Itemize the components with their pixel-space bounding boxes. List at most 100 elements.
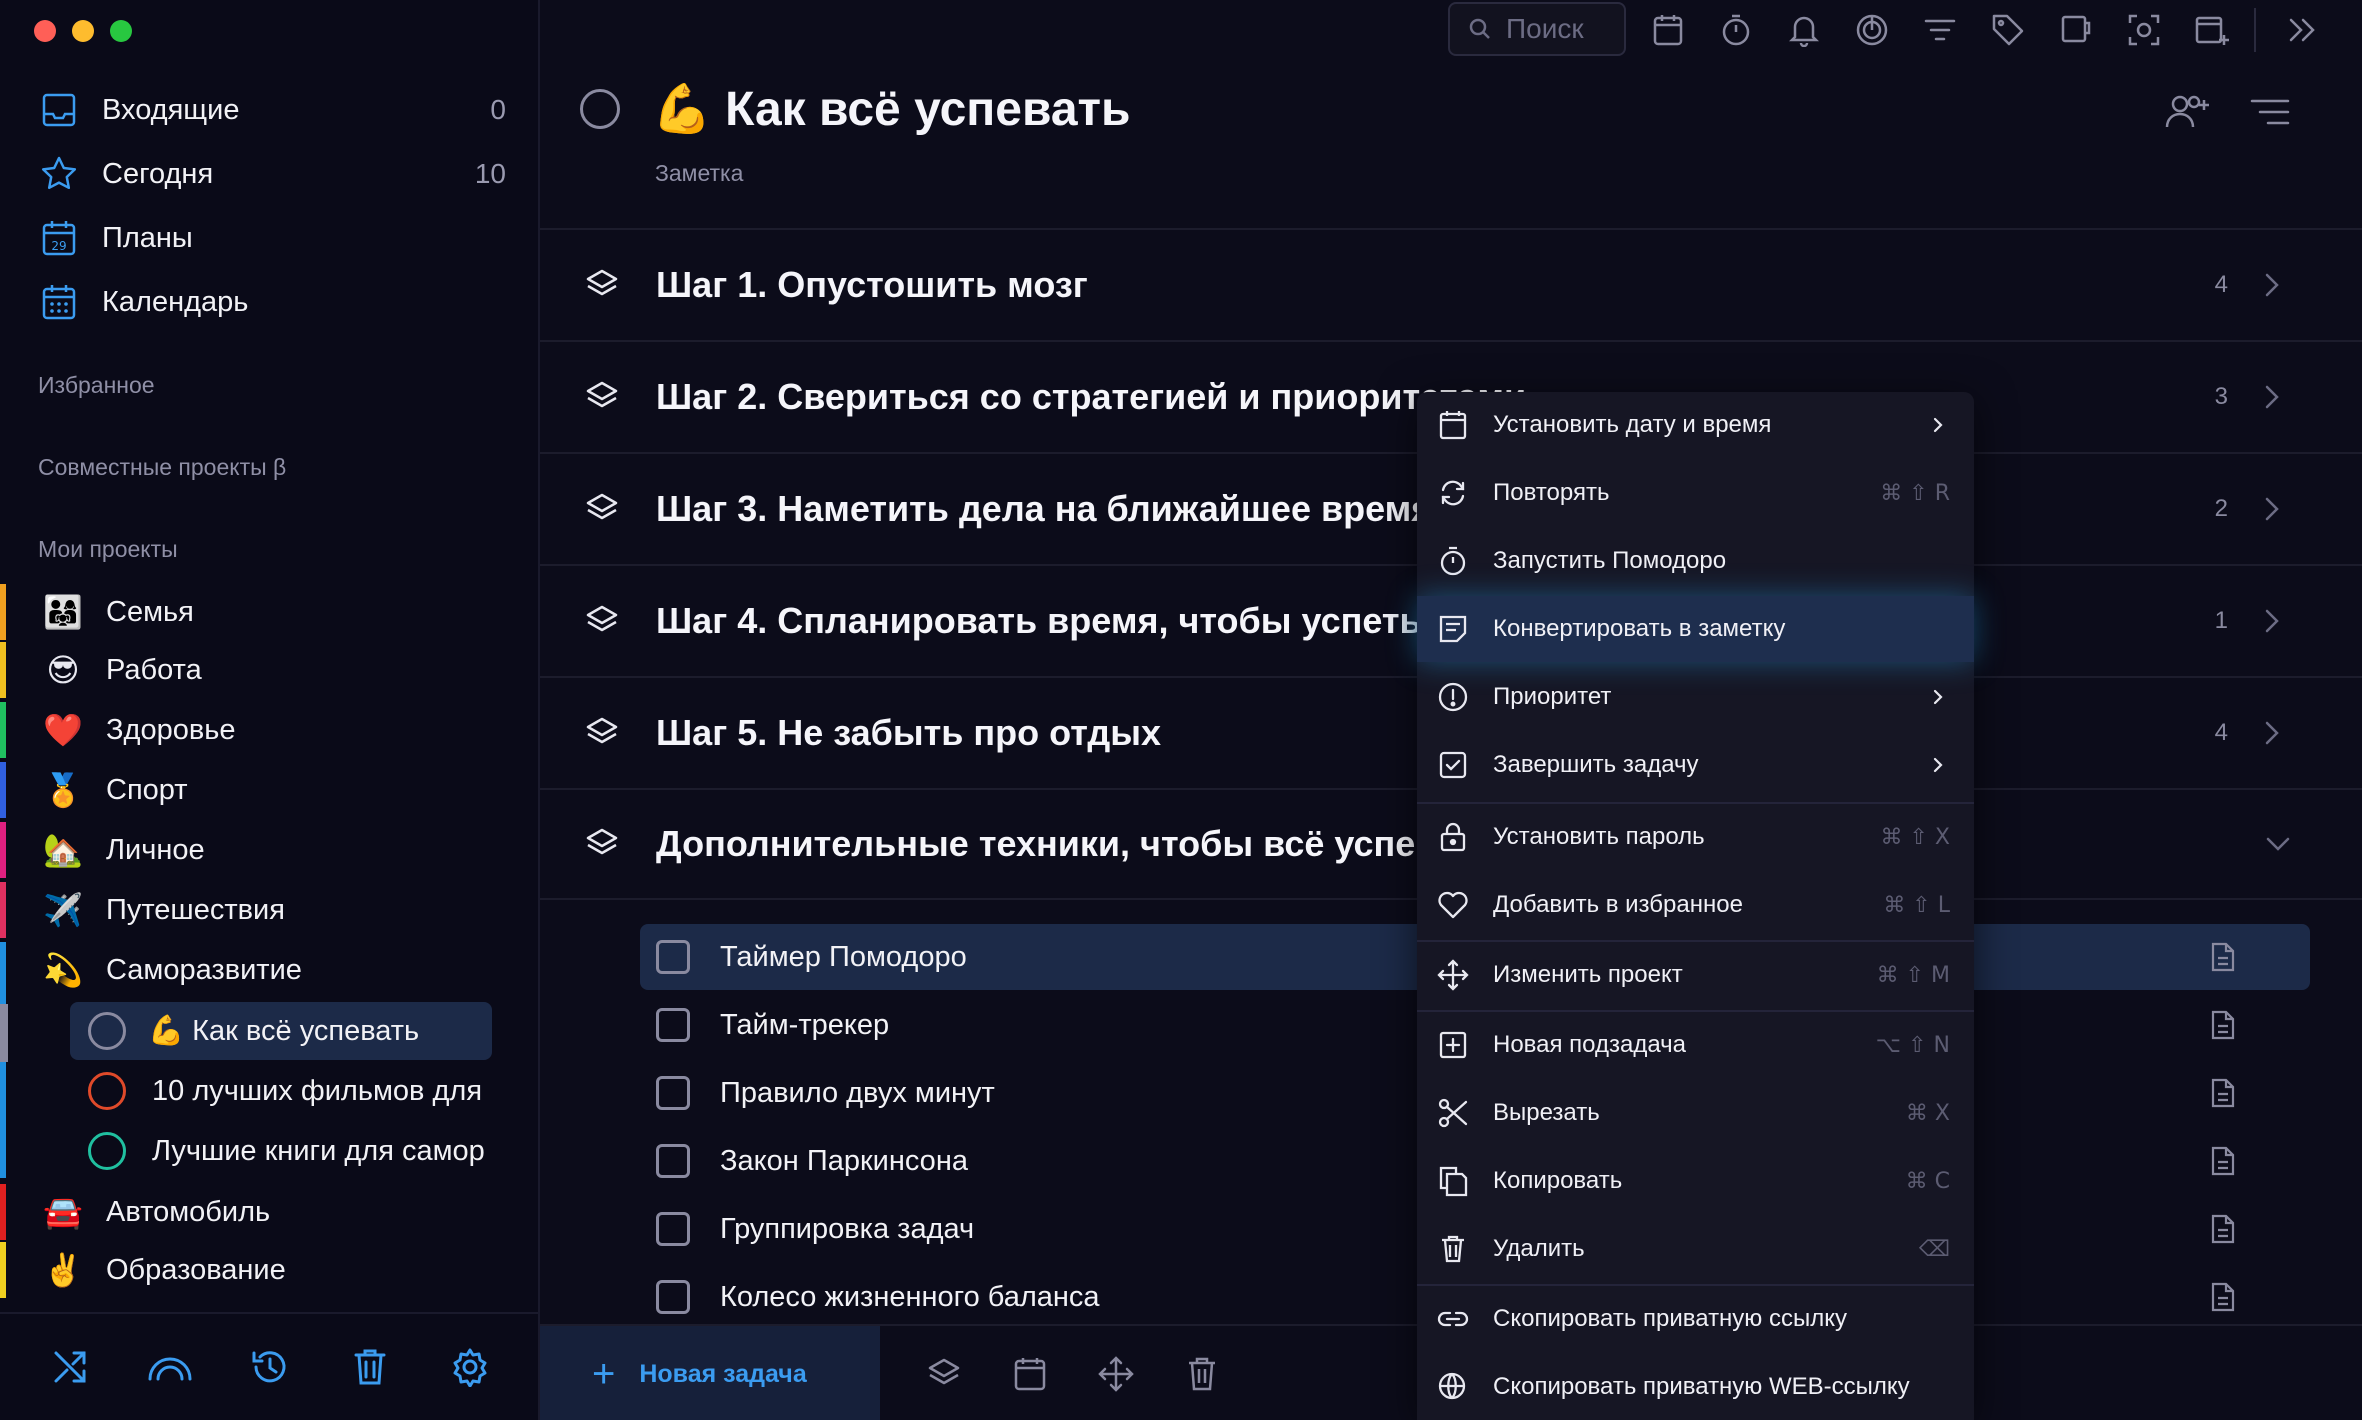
task-checkbox[interactable] <box>656 1076 690 1110</box>
settings-gear-icon[interactable] <box>445 1342 495 1392</box>
menu-item-delete[interactable]: Удалить ⌫ <box>1417 1216 1974 1282</box>
favorites-section-title[interactable]: Избранное <box>38 372 155 399</box>
screenshot-icon[interactable] <box>2124 10 2164 50</box>
project-color-stripe <box>0 1242 6 1298</box>
close-window-button[interactable] <box>34 20 56 42</box>
add-member-icon[interactable] <box>2162 86 2214 138</box>
tag-icon[interactable] <box>1988 10 2028 50</box>
rainbow-icon[interactable] <box>145 1342 195 1392</box>
project-car[interactable]: 🚘 Автомобиль <box>0 1184 520 1240</box>
calendar-icon[interactable] <box>1648 10 1688 50</box>
my-projects-section-title[interactable]: Мои проекты <box>38 536 178 563</box>
project-personal[interactable]: 🏡 Личное <box>0 822 520 878</box>
task-checkbox[interactable] <box>656 1212 690 1246</box>
subproject-how-to-do-everything[interactable]: 💪 Как всё успевать <box>70 1002 492 1060</box>
history-icon[interactable] <box>245 1342 295 1392</box>
zoom-window-button[interactable] <box>110 20 132 42</box>
project-self-development[interactable]: 💫 Саморазвитие <box>0 942 520 998</box>
new-task-button[interactable]: + Новая задача <box>540 1326 880 1420</box>
menu-item-change-project[interactable]: Изменить проект ⌘ ⇧ M <box>1417 942 1974 1008</box>
menu-item-add-favorite[interactable]: Добавить в избранное ⌘ ⇧ L <box>1417 872 1974 938</box>
menu-item-copy-private-link[interactable]: Скопировать приватную ссылку <box>1417 1286 1974 1352</box>
project-sport[interactable]: 🏅 Спорт <box>0 762 520 818</box>
note-document-icon[interactable] <box>2206 1076 2240 1110</box>
chevron-down-icon[interactable] <box>2264 830 2292 858</box>
nav-count: 10 <box>474 158 506 189</box>
project-health[interactable]: ❤️ Здоровье <box>0 702 520 758</box>
project-emoji: 🏅 <box>43 772 83 808</box>
coffee-cup-icon[interactable] <box>2056 10 2096 50</box>
trash-icon[interactable] <box>1180 1352 1224 1396</box>
menu-item-set-password[interactable]: Установить пароль ⌘ ⇧ X <box>1417 804 1974 870</box>
trash-icon <box>1435 1231 1471 1267</box>
project-family[interactable]: 👨‍👩‍👧 Семья <box>0 584 520 640</box>
chevron-right-icon[interactable] <box>2258 495 2286 523</box>
complete-project-checkbox[interactable] <box>580 88 620 129</box>
task-checkbox[interactable] <box>656 1144 690 1178</box>
task-checkbox[interactable] <box>656 1008 690 1042</box>
task-checkbox[interactable] <box>656 940 690 974</box>
menu-item-start-pomodoro[interactable]: Запустить Помодоро <box>1417 528 1974 594</box>
nav-label: Планы <box>102 221 193 254</box>
menu-item-label: Удалить <box>1493 1235 1585 1262</box>
menu-item-label: Завершить задачу <box>1493 751 1699 778</box>
menu-item-set-date[interactable]: Установить дату и время <box>1417 392 1974 458</box>
repeat-icon <box>1435 475 1471 511</box>
note-document-icon[interactable] <box>2206 1280 2240 1314</box>
note-document-icon[interactable] <box>2206 1212 2240 1246</box>
subproject-circle-icon <box>88 1072 126 1110</box>
chevron-right-icon[interactable] <box>2258 271 2286 299</box>
menu-item-copy-private-web-link[interactable]: Скопировать приватную WEB-ссылку <box>1417 1354 1974 1420</box>
note-document-icon[interactable] <box>2206 940 2240 974</box>
project-subtitle[interactable]: Заметка <box>655 160 743 187</box>
menu-item-repeat[interactable]: Повторять ⌘ ⇧ R <box>1417 460 1974 526</box>
layers-icon <box>582 713 622 753</box>
project-education[interactable]: ✌️ Образование <box>0 1242 520 1298</box>
trash-icon[interactable] <box>345 1342 395 1392</box>
subproject-label: 💪 Как всё успевать <box>148 1015 420 1047</box>
project-title-row: 💪 Как всё успевать <box>580 80 1131 137</box>
section-step-1[interactable]: Шаг 1. Опустошить мозг 4 <box>540 228 2362 340</box>
nav-calendar[interactable]: Календарь <box>36 276 506 328</box>
bell-icon[interactable] <box>1784 10 1824 50</box>
focus-target-icon[interactable] <box>1852 10 1892 50</box>
layers-icon[interactable] <box>922 1352 966 1396</box>
nav-count: 0 <box>490 94 506 125</box>
plus-icon: + <box>592 1351 616 1396</box>
note-document-icon[interactable] <box>2206 1144 2240 1178</box>
minimize-window-button[interactable] <box>72 20 94 42</box>
section-count: 2 <box>2214 495 2228 522</box>
add-window-icon[interactable] <box>2192 10 2232 50</box>
shared-projects-section-title[interactable]: Совместные проекты β <box>38 454 286 481</box>
timer-icon[interactable] <box>1716 10 1756 50</box>
page-title[interactable]: 💪 Как всё успевать <box>652 80 1131 137</box>
subproject-top-movies[interactable]: 10 лучших фильмов для <box>70 1062 492 1120</box>
menu-item-new-subtask[interactable]: Новая подзадача ⌥ ⇧ N <box>1417 1012 1974 1078</box>
nav-plans[interactable]: 29 Планы <box>36 212 506 264</box>
menu-item-convert-to-note[interactable]: Конвертировать в заметку <box>1417 596 1974 662</box>
nav-today[interactable]: Сегодня 10 <box>36 148 506 200</box>
nav-label: Календарь <box>102 285 249 318</box>
filter-icon[interactable] <box>1920 10 1960 50</box>
project-work[interactable]: 😎 Работа <box>0 642 520 698</box>
collapse-panel-icon[interactable] <box>2282 10 2322 50</box>
calendar-icon[interactable] <box>1008 1352 1052 1396</box>
sort-options-icon[interactable] <box>2244 86 2296 138</box>
project-travel[interactable]: ✈️ Путешествия <box>0 882 520 938</box>
chevron-right-icon[interactable] <box>2258 719 2286 747</box>
chevron-right-icon[interactable] <box>2258 383 2286 411</box>
section-count: 3 <box>2214 383 2228 410</box>
menu-item-copy[interactable]: Копировать ⌘ C <box>1417 1148 1974 1214</box>
menu-item-complete-task[interactable]: Завершить задачу <box>1417 732 1974 798</box>
note-document-icon[interactable] <box>2206 1008 2240 1042</box>
nav-inbox[interactable]: Входящие 0 <box>36 84 506 136</box>
move-arrows-icon[interactable] <box>1094 1352 1138 1396</box>
search-input[interactable]: Поиск <box>1448 2 1626 56</box>
chevron-right-icon[interactable] <box>2258 607 2286 635</box>
shuffle-icon[interactable] <box>45 1342 95 1392</box>
subproject-best-books[interactable]: Лучшие книги для самор <box>70 1122 492 1180</box>
task-checkbox[interactable] <box>656 1280 690 1314</box>
menu-item-cut[interactable]: Вырезать ⌘ X <box>1417 1080 1974 1146</box>
menu-item-shortcut: ⌘ ⇧ L <box>1883 892 1950 918</box>
menu-item-priority[interactable]: Приоритет <box>1417 664 1974 730</box>
